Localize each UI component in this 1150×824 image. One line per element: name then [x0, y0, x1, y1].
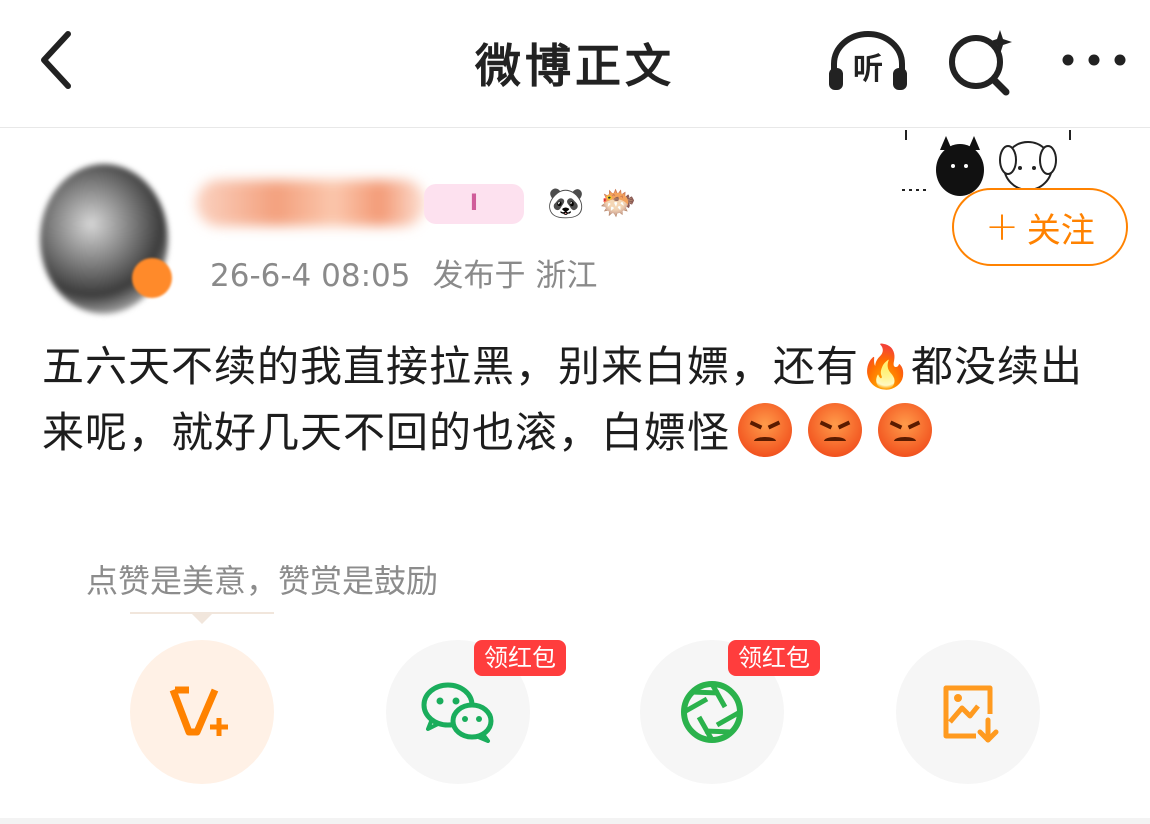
top-nav-bar: 微博正文 听	[0, 0, 1150, 128]
search-sparkle-icon	[949, 30, 1012, 96]
follow-label: 关注	[1026, 210, 1095, 251]
save-image-icon	[943, 685, 999, 743]
moments-aperture-icon	[681, 681, 743, 743]
username-blurred[interactable]	[196, 180, 426, 226]
follow-button[interactable]: + 关注	[952, 188, 1128, 266]
angry-emoji-icon	[878, 403, 933, 457]
angry-emoji-icon	[808, 403, 863, 457]
post-content: 五六天不续的我直接拉黑，别来白嫖，还有🔥都没续出来呢，就好几天不回的也滚，白嫖怪	[42, 334, 1122, 466]
redpack-badge: 领红包	[728, 640, 820, 676]
fish-badge-icon: 🐡	[599, 186, 637, 221]
angry-emoji-icon	[738, 403, 793, 457]
reward-hint: 点赞是美意，赞赏是鼓励	[86, 562, 439, 600]
verified-badge-icon	[132, 258, 172, 298]
bottom-divider	[0, 818, 1150, 824]
redpack-badge: 领红包	[474, 640, 566, 676]
save-image-button[interactable]	[896, 640, 1040, 784]
fire-emoji-icon: 🔥	[859, 342, 913, 391]
post-meta: 26-6-4 08:05 发布于 浙江	[210, 250, 597, 295]
post-time: 26-6-4 08:05	[210, 258, 411, 294]
listen-label: 听	[853, 52, 883, 87]
post-text-part1: 五六天不续的我直接拉黑，别来白嫖，还有	[42, 342, 860, 391]
more-button[interactable]	[1054, 40, 1134, 80]
vplus-reward-button[interactable]	[130, 640, 274, 784]
panda-badge-icon: 🐼	[547, 186, 585, 221]
wechat-icon	[421, 682, 494, 743]
avatar[interactable]	[30, 150, 180, 330]
vplus-icon	[169, 686, 228, 736]
plus-icon: +	[985, 204, 1019, 250]
post-location: 发布于 浙江	[432, 258, 598, 294]
more-horizontal-icon	[1062, 54, 1126, 66]
search-button[interactable]	[944, 26, 1018, 96]
member-badge: I	[424, 184, 524, 224]
hint-pointer	[190, 612, 214, 624]
listen-button[interactable]: 听	[826, 30, 910, 94]
weibo-post-page: 微博正文 听 I 🐼 🐡 + 关注 26-6-4 08:05 发布于 浙江 五六…	[0, 0, 1150, 824]
